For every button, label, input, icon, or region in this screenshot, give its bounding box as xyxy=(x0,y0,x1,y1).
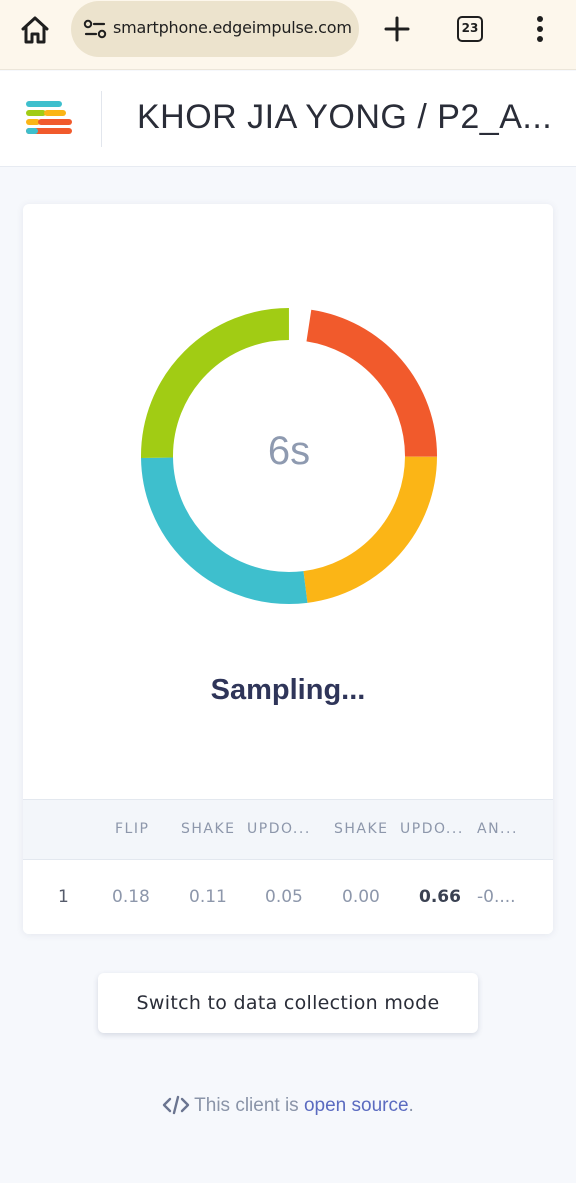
header-divider xyxy=(101,91,102,147)
footer: This client is open source. xyxy=(0,1095,576,1117)
project-title: KHOR JIA YONG / P2_A... xyxy=(137,98,553,136)
table-cell: 0.11 xyxy=(189,887,227,907)
sampling-status: Sampling... xyxy=(210,674,366,706)
table-cell: 0.18 xyxy=(112,887,150,907)
url-text[interactable]: smartphone.edgeimpulse.com xyxy=(113,18,353,37)
column-header: UPDO... xyxy=(247,821,311,837)
column-header: SHAKE xyxy=(181,821,236,837)
address-bar[interactable]: smartphone.edgeimpulse.com xyxy=(71,1,359,57)
table-row: 1 0.18 0.11 0.05 0.00 0.66 -0.... xyxy=(23,860,553,934)
column-header: UPDO... xyxy=(400,821,464,837)
column-header: FLIP xyxy=(115,821,150,837)
home-icon[interactable] xyxy=(18,14,52,48)
more-vert-icon[interactable] xyxy=(530,13,550,45)
results-table-header: FLIP SHAKE UPDO... SHAKE UPDO... AN... xyxy=(23,799,553,860)
tab-switcher-icon[interactable]: 23 xyxy=(457,16,483,42)
app-header: KHOR JIA YONG / P2_A... xyxy=(0,71,576,167)
site-settings-icon[interactable] xyxy=(83,18,107,40)
table-cell: 0.00 xyxy=(342,887,380,907)
code-icon xyxy=(162,1095,190,1115)
footer-suffix: . xyxy=(408,1095,414,1116)
table-cell: -0.... xyxy=(477,887,516,907)
plus-icon[interactable] xyxy=(382,14,412,44)
open-source-link[interactable]: open source xyxy=(304,1095,409,1116)
table-cell-top-score: 0.66 xyxy=(419,887,461,907)
table-cell: 0.05 xyxy=(265,887,303,907)
column-header: AN... xyxy=(477,821,518,837)
switch-mode-button[interactable]: Switch to data collection mode xyxy=(98,973,478,1033)
row-index: 1 xyxy=(58,887,69,907)
edge-impulse-logo[interactable] xyxy=(24,99,76,137)
footer-text: This client is xyxy=(194,1095,304,1116)
browser-toolbar: smartphone.edgeimpulse.com 23 xyxy=(0,0,576,70)
classifier-card: 6s Sampling... FLIP SHAKE UPDO... SHAKE … xyxy=(23,204,553,934)
sample-timer: 6s xyxy=(267,429,311,473)
column-header: SHAKE xyxy=(334,821,389,837)
